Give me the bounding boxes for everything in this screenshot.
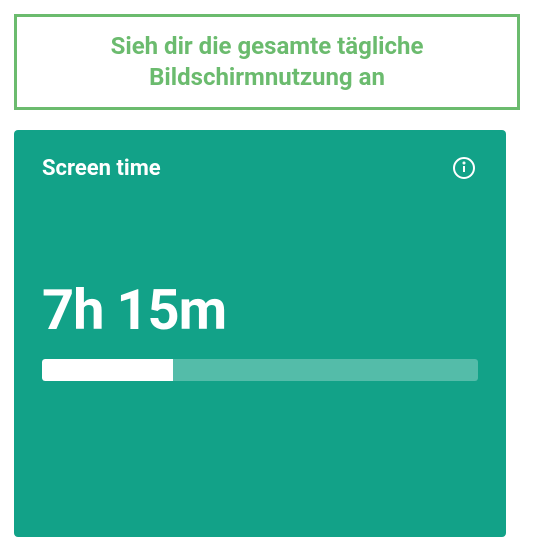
screen-time-value: 7h 15m [42, 277, 478, 343]
progress-fill [42, 359, 173, 381]
info-button[interactable] [450, 154, 478, 182]
screen-time-card: Screen time 7h 15m [14, 130, 506, 537]
instruction-text: Sieh dir die gesamte tägliche Bildschirm… [37, 31, 497, 93]
instruction-banner: Sieh dir die gesamte tägliche Bildschirm… [14, 14, 520, 110]
info-icon [452, 156, 476, 180]
card-title: Screen time [42, 156, 161, 181]
card-header: Screen time [42, 154, 478, 182]
progress-bar [42, 359, 478, 381]
